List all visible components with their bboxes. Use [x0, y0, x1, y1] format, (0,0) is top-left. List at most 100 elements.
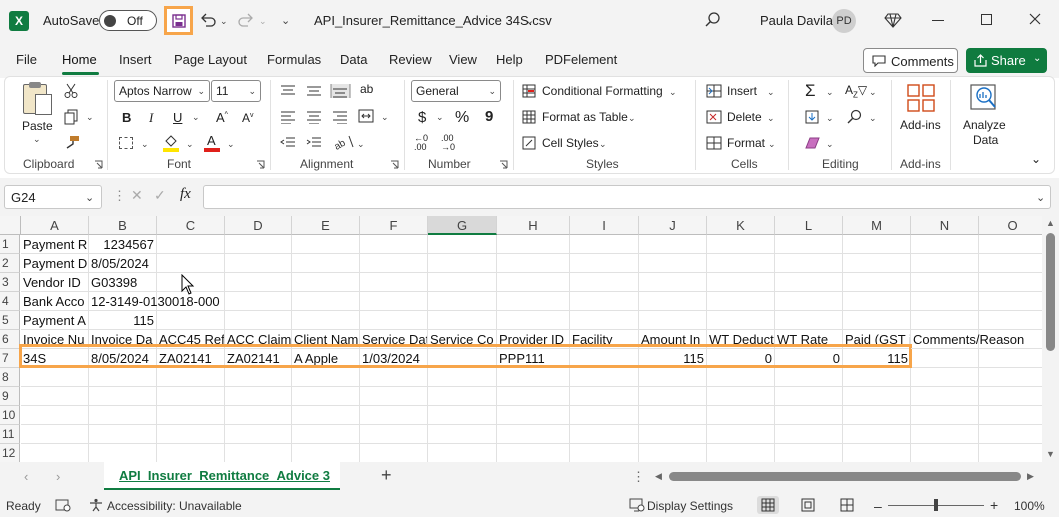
macro-record-icon[interactable] [55, 498, 71, 512]
cell-a6[interactable]: Invoice Nu [21, 330, 89, 349]
column-header-b[interactable]: B [89, 216, 157, 235]
format-as-table-dropdown-icon[interactable]: ⌄ [628, 113, 636, 124]
cell-d12[interactable] [225, 444, 292, 462]
paste-icon[interactable] [20, 82, 54, 116]
cell-f11[interactable] [360, 425, 428, 444]
font-size-select[interactable]: 11 ⌄ [211, 80, 261, 102]
accessibility-icon[interactable] [89, 498, 103, 512]
prev-sheet-icon[interactable]: ‹ [24, 469, 28, 484]
scroll-up-icon[interactable]: ▲ [1046, 218, 1055, 228]
cell-b7[interactable]: 8/05/2024 [89, 349, 157, 368]
cell-d3[interactable] [225, 273, 292, 292]
row-header-11[interactable]: 11 [0, 425, 20, 444]
insert-cells-button[interactable]: Insert [727, 84, 757, 98]
cell-k2[interactable] [707, 254, 775, 273]
cell-k4[interactable] [707, 292, 775, 311]
cell-i9[interactable] [570, 387, 639, 406]
cell-g12[interactable] [428, 444, 497, 462]
cell-styles-icon[interactable] [522, 136, 536, 150]
undo-icon[interactable] [199, 12, 217, 28]
search-icon[interactable] [705, 12, 721, 28]
cell-a1[interactable]: Payment R [21, 235, 89, 254]
cell-n12[interactable] [911, 444, 979, 462]
cell-n6[interactable]: Comments/Reason [911, 330, 1024, 349]
cell-i6[interactable]: Facility [570, 330, 639, 349]
cell-i7[interactable] [570, 349, 639, 368]
cell-h5[interactable] [497, 311, 570, 330]
indent-icons[interactable] [280, 136, 340, 150]
number-launcher-icon[interactable] [499, 160, 508, 169]
format-as-table-button[interactable]: Format as Table [542, 110, 628, 124]
formula-bar-options-icon[interactable]: ⋮ [113, 188, 126, 204]
customize-toolbar-icon[interactable]: ⌄ [281, 14, 290, 27]
cell-m8[interactable] [843, 368, 911, 387]
cell-j9[interactable] [639, 387, 707, 406]
add-sheet-icon[interactable]: + [381, 465, 392, 486]
page-break-view-icon[interactable] [840, 498, 854, 512]
cell-k8[interactable] [707, 368, 775, 387]
zoom-slider-thumb[interactable] [934, 499, 938, 511]
normal-view-button[interactable] [757, 496, 779, 514]
percent-button[interactable]: % [455, 109, 469, 127]
column-header-a[interactable]: A [21, 216, 89, 235]
row-header-6[interactable]: 6 [0, 330, 20, 349]
excel-icon[interactable]: X [9, 11, 29, 31]
increase-decimal-icon[interactable]: ←0.00 [414, 134, 428, 152]
fill-color-dropdown-icon[interactable]: ⌄ [186, 139, 194, 150]
close-icon[interactable] [1029, 13, 1041, 25]
autosum-icon[interactable]: Σ [805, 81, 816, 101]
currency-button[interactable]: $ [418, 109, 426, 126]
cell-e9[interactable] [292, 387, 360, 406]
italic-button[interactable]: I [149, 110, 153, 126]
cell-b9[interactable] [89, 387, 157, 406]
analyze-data-button-line2[interactable]: Data [973, 133, 998, 147]
tab-formulas[interactable]: Formulas [267, 52, 321, 67]
cell-j6[interactable]: Amount In [639, 330, 707, 349]
cell-m1[interactable] [843, 235, 911, 254]
cell-i8[interactable] [570, 368, 639, 387]
scroll-right-icon[interactable]: ▶ [1027, 471, 1034, 482]
cell-i3[interactable] [570, 273, 639, 292]
cell-n7[interactable] [911, 349, 979, 368]
cell-k12[interactable] [707, 444, 775, 462]
cell-d5[interactable] [225, 311, 292, 330]
cell-l11[interactable] [775, 425, 843, 444]
cell-o9[interactable] [979, 387, 1042, 406]
row-header-7[interactable]: 7 [0, 349, 20, 368]
cell-l5[interactable] [775, 311, 843, 330]
analyze-data-icon[interactable] [969, 83, 999, 113]
cell-a10[interactable] [21, 406, 89, 425]
cell-a4[interactable]: Bank Acco [21, 292, 89, 311]
comments-button[interactable]: Comments [863, 48, 958, 73]
cell-f12[interactable] [360, 444, 428, 462]
cell-j11[interactable] [639, 425, 707, 444]
tab-view[interactable]: View [449, 52, 477, 67]
cell-i5[interactable] [570, 311, 639, 330]
row-header-2[interactable]: 2 [0, 254, 20, 273]
cell-l4[interactable] [775, 292, 843, 311]
user-name[interactable]: Paula Davila [760, 13, 833, 28]
fill-color-icon[interactable] [163, 134, 179, 152]
cell-g9[interactable] [428, 387, 497, 406]
column-header-f[interactable]: F [360, 216, 428, 235]
borders-dropdown-icon[interactable]: ⌄ [141, 139, 149, 150]
cell-l1[interactable] [775, 235, 843, 254]
column-header-g[interactable]: G [428, 216, 497, 235]
cell-j4[interactable] [639, 292, 707, 311]
cell-c8[interactable] [157, 368, 225, 387]
cell-f2[interactable] [360, 254, 428, 273]
analyze-data-button[interactable]: Analyze [963, 118, 1006, 132]
cell-d4[interactable] [225, 292, 292, 311]
cell-f1[interactable] [360, 235, 428, 254]
underline-dropdown-icon[interactable]: ⌄ [192, 112, 200, 123]
cell-o11[interactable] [979, 425, 1042, 444]
column-header-i[interactable]: I [570, 216, 639, 235]
scroll-left-icon[interactable]: ◀ [655, 471, 662, 482]
cell-n5[interactable] [911, 311, 979, 330]
cell-o3[interactable] [979, 273, 1042, 292]
font-color-dropdown-icon[interactable]: ⌄ [227, 139, 235, 150]
horizontal-scrollbar[interactable]: ◀ ▶ [655, 470, 1037, 484]
cell-j12[interactable] [639, 444, 707, 462]
cancel-icon[interactable]: ✕ [131, 187, 143, 204]
cell-o1[interactable] [979, 235, 1042, 254]
